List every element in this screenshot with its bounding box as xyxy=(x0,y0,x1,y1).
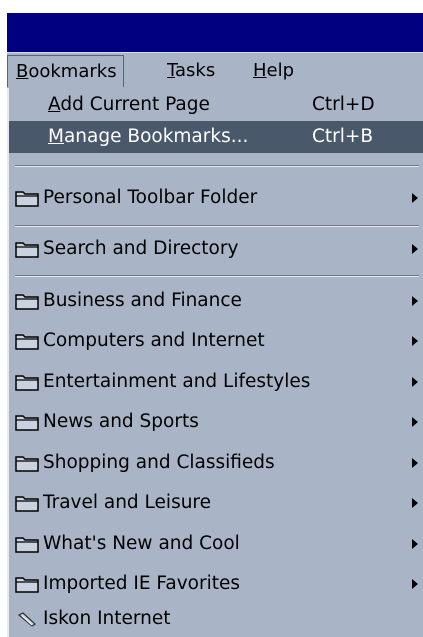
bookmark-item-iskon-internet[interactable]: Iskon Internet xyxy=(9,603,423,635)
bookmarks-menu: Add Current Page Ctrl+D Manage Bookmarks… xyxy=(7,88,423,637)
submenu-arrow-icon xyxy=(412,336,418,346)
add-current-page-item[interactable]: Add Current Page Ctrl+D xyxy=(9,89,423,121)
folder-icon xyxy=(15,375,39,391)
submenu-arrow-icon xyxy=(412,193,418,203)
folder-item-travel-leisure[interactable]: Travel and Leisure xyxy=(9,487,423,519)
folder-icon xyxy=(15,537,39,553)
folder-icon xyxy=(15,496,39,512)
submenu-arrow-icon xyxy=(412,579,418,589)
bookmark-link-icon xyxy=(17,612,36,627)
add-current-page-label: Add Current Page xyxy=(48,89,210,121)
submenu-arrow-icon xyxy=(412,539,418,549)
menu-bookmarks-label: ookmarks xyxy=(28,61,117,82)
manage-bookmarks-item[interactable]: Manage Bookmarks... Ctrl+B xyxy=(9,121,423,153)
manage-bookmarks-accel: M xyxy=(48,126,64,147)
folder-item-personal-toolbar[interactable]: Personal Toolbar Folder xyxy=(9,182,423,214)
folder-label: Business and Finance xyxy=(43,290,242,311)
folder-item-computers-internet[interactable]: Computers and Internet xyxy=(9,325,423,357)
folder-item-entertainment-lifestyles[interactable]: Entertainment and Lifestyles xyxy=(9,366,423,398)
folder-icon xyxy=(15,577,39,593)
folder-item-news-sports[interactable]: News and Sports xyxy=(9,406,423,438)
folder-icon xyxy=(15,415,39,431)
menu-help[interactable]: Help xyxy=(253,53,294,88)
manage-bookmarks-shortcut: Ctrl+B xyxy=(312,126,374,147)
menu-tasks-label: asks xyxy=(175,60,216,81)
folder-item-search-directory[interactable]: Search and Directory xyxy=(9,233,423,265)
folder-item-shopping-classifieds[interactable]: Shopping and Classifieds xyxy=(9,447,423,479)
menu-help-label: elp xyxy=(266,60,295,81)
folder-icon xyxy=(15,242,39,258)
submenu-arrow-icon xyxy=(412,377,418,387)
add-current-page-shortcut: Ctrl+D xyxy=(312,94,375,115)
menu-bookmarks-accel: B xyxy=(16,61,29,82)
add-current-page-accel: A xyxy=(48,94,61,115)
submenu-arrow-icon xyxy=(412,244,418,254)
folder-icon xyxy=(15,334,39,350)
manage-bookmarks-text: anage Bookmarks... xyxy=(63,126,249,147)
folder-label: Search and Directory xyxy=(43,238,239,259)
title-bar xyxy=(7,13,423,52)
submenu-arrow-icon xyxy=(412,417,418,427)
menu-separator xyxy=(15,275,419,277)
folder-label: Travel and Leisure xyxy=(43,492,212,513)
folder-icon xyxy=(15,294,39,310)
folder-label: Computers and Internet xyxy=(43,330,265,351)
folder-label: Entertainment and Lifestyles xyxy=(43,371,311,392)
menu-bar: Bookmarks Tasks Help xyxy=(7,52,423,88)
menu-separator xyxy=(15,165,419,167)
folder-item-imported-ie-favorites[interactable]: Imported IE Favorites xyxy=(9,568,423,600)
folder-label: Shopping and Classifieds xyxy=(43,452,275,473)
folder-icon xyxy=(15,456,39,472)
folder-label: What's New and Cool xyxy=(43,533,240,554)
bookmark-label: Iskon Internet xyxy=(43,608,171,629)
manage-bookmarks-label: Manage Bookmarks... xyxy=(48,121,248,153)
menu-bookmarks[interactable]: Bookmarks xyxy=(7,55,124,87)
menu-tasks[interactable]: Tasks xyxy=(167,53,215,88)
folder-item-whats-new-cool[interactable]: What's New and Cool xyxy=(9,528,423,560)
folder-label: Personal Toolbar Folder xyxy=(43,187,258,208)
submenu-arrow-icon xyxy=(412,498,418,508)
menu-separator xyxy=(15,225,419,227)
folder-item-business-finance[interactable]: Business and Finance xyxy=(9,285,423,317)
menu-help-accel: H xyxy=(253,60,267,81)
add-current-page-text: dd Current Page xyxy=(60,94,210,115)
menu-tasks-accel: T xyxy=(167,60,176,81)
folder-label: News and Sports xyxy=(43,411,199,432)
submenu-arrow-icon xyxy=(412,458,418,468)
submenu-arrow-icon xyxy=(412,296,418,306)
folder-label: Imported IE Favorites xyxy=(43,573,240,594)
folder-icon xyxy=(15,191,39,207)
